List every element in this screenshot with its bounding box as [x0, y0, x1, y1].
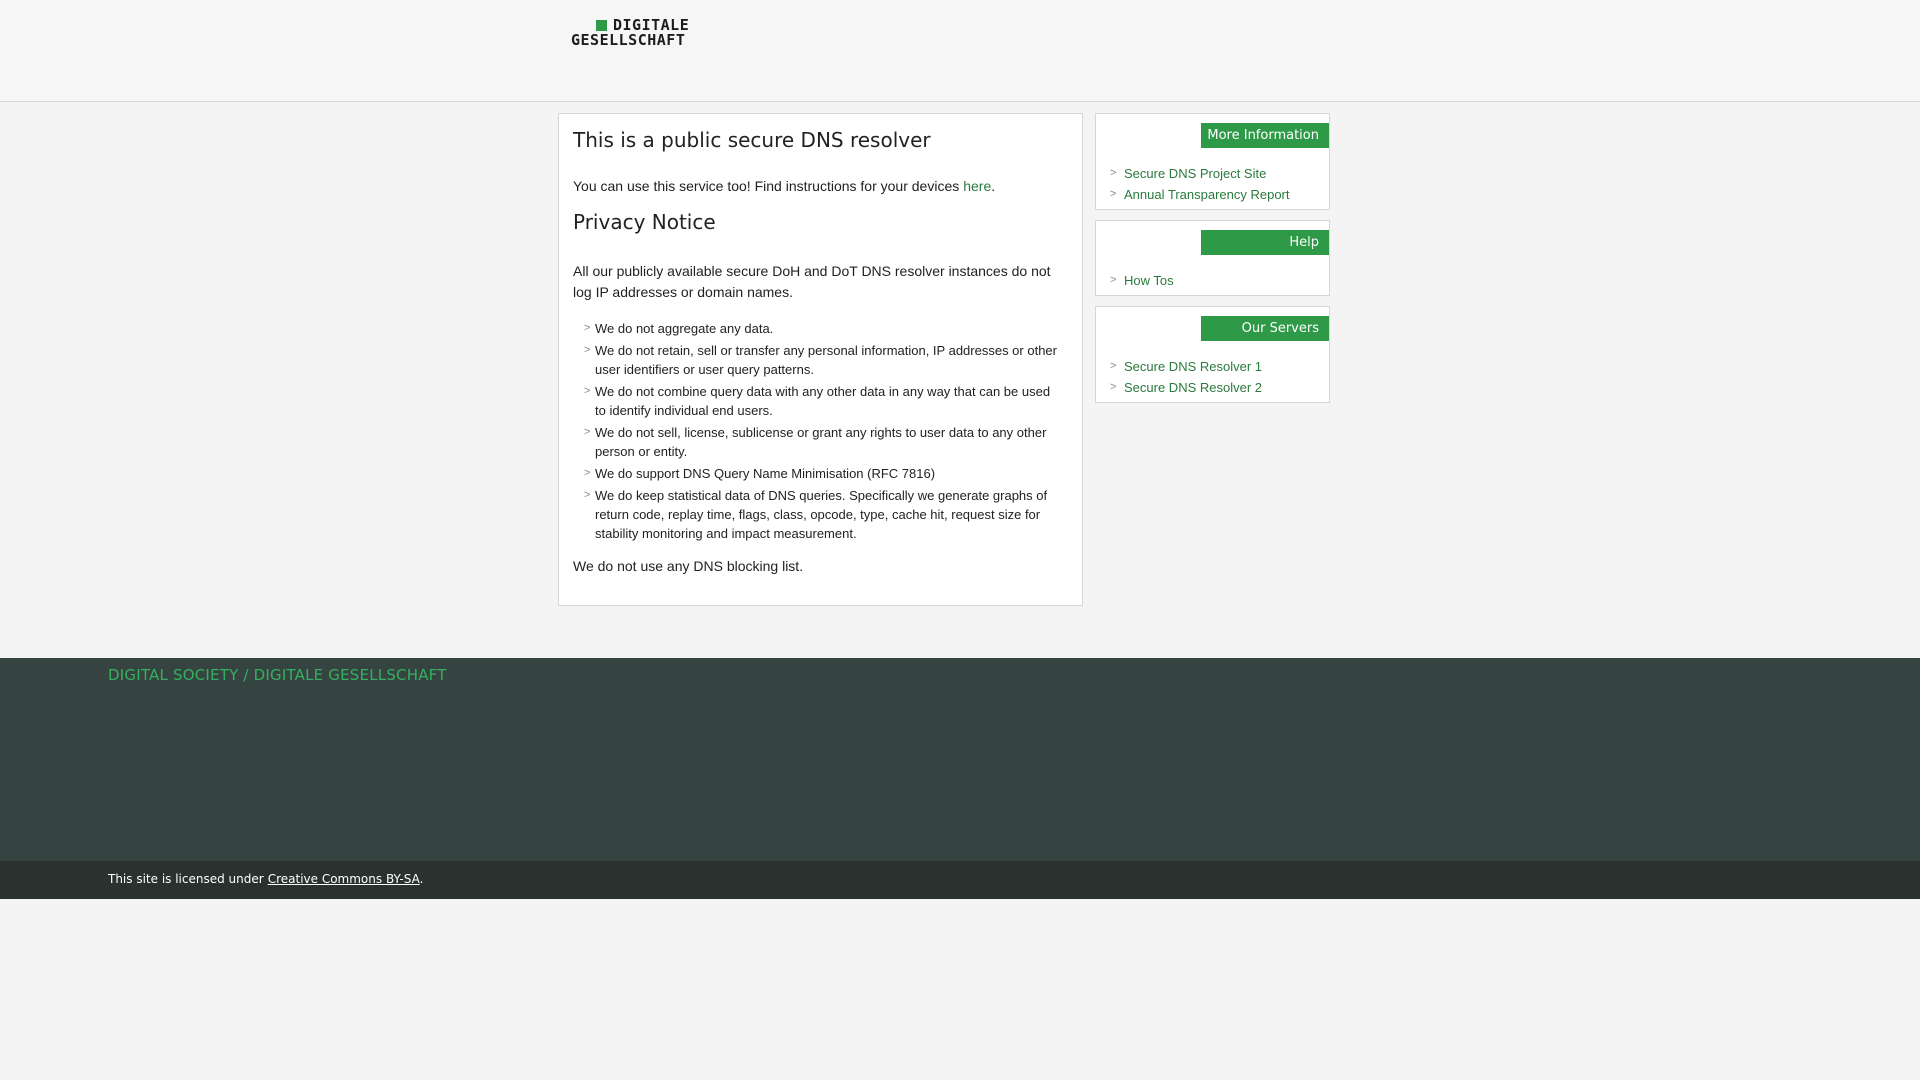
- privacy-list: > We do not aggregate any data. > We do no…: [573, 319, 1063, 546]
- license-bar: This site is licensed under Creative Comm…: [0, 861, 1920, 899]
- intro-suffix: .: [991, 178, 996, 194]
- list-item: > We do keep statistical data of DNS quer…: [573, 486, 1063, 543]
- annual-transparency-report-link[interactable]: Annual Transparency Report: [1124, 187, 1289, 202]
- page-bottom-background: [0, 899, 1920, 1080]
- site-header: DIGITALE GESELLSCHAFT: [0, 0, 1920, 102]
- list-item-text: We do support DNS Query Name Minimisatio…: [595, 466, 936, 481]
- secure-dns-resolver-1-link[interactable]: Secure DNS Resolver 1: [1124, 359, 1262, 374]
- sidebar-header-help: Help: [1201, 230, 1329, 255]
- site-footer: DIGITAL SOCIETY / DIGITALE GESELLSCHAFT: [0, 658, 1920, 861]
- chevron-right-icon: >: [584, 344, 591, 356]
- license-suffix: .: [419, 872, 424, 886]
- chevron-right-icon: >: [1110, 360, 1117, 372]
- sidebar-item-secure-dns-project-site: > Secure DNS Project Site: [1110, 163, 1289, 184]
- chevron-right-icon: >: [584, 385, 591, 397]
- how-tos-link[interactable]: How Tos: [1124, 273, 1174, 288]
- list-item-text: We do not retain, sell or transfer any p…: [595, 343, 1057, 377]
- chevron-right-icon: >: [584, 322, 591, 334]
- instructions-link[interactable]: here: [963, 178, 991, 194]
- list-item: > We do not sell, license, sublicense or …: [573, 423, 1063, 461]
- list-item: > We do not aggregate any data.: [573, 319, 1063, 338]
- list-item-text: We do not aggregate any data.: [595, 321, 774, 336]
- list-item: > We do not retain, sell or transfer any …: [573, 341, 1063, 379]
- intro-paragraph: You can use this service too! Find instr…: [573, 178, 995, 194]
- chevron-right-icon: >: [1110, 188, 1117, 200]
- sidebar-item-secure-dns-resolver-2: > Secure DNS Resolver 2: [1110, 377, 1262, 398]
- creative-commons-link[interactable]: Creative Commons BY-SA: [268, 872, 420, 886]
- sidebar-item-secure-dns-resolver-1: > Secure DNS Resolver 1: [1110, 356, 1262, 377]
- closing-paragraph: We do not use any DNS blocking list.: [573, 558, 804, 574]
- secure-dns-project-site-link[interactable]: Secure DNS Project Site: [1124, 166, 1266, 181]
- sidebar-header-our-servers: Our Servers: [1201, 316, 1329, 341]
- license-text: This site is licensed under: [108, 872, 264, 886]
- chevron-right-icon: >: [1110, 274, 1117, 286]
- list-item: > We do support DNS Query Name Minimisati…: [573, 464, 1063, 483]
- chevron-right-icon: >: [1110, 381, 1117, 393]
- privacy-intro: All our publicly available secure DoH an…: [573, 263, 1051, 300]
- sidebar-header-more-information: More Information: [1201, 123, 1329, 148]
- chevron-right-icon: >: [584, 489, 591, 501]
- sidebar-links-help: > How Tos: [1110, 270, 1174, 291]
- main-content: This is a public secure DNS resolver You…: [558, 113, 1083, 606]
- sidebar-our-servers: Our Servers > Secure DNS Resolver 1 > Secu…: [1095, 306, 1330, 403]
- list-item: > We do not combine query data with any o…: [573, 382, 1063, 420]
- logo-square-icon: [596, 20, 607, 31]
- sidebar-item-how-tos: > How Tos: [1110, 270, 1174, 291]
- list-item-text: We do not combine query data with any ot…: [595, 384, 1051, 418]
- footer-title: DIGITAL SOCIETY / DIGITALE GESELLSCHAFT: [108, 666, 447, 684]
- sidebar-more-information: More Information > Secure DNS Project Sit…: [1095, 113, 1330, 210]
- sidebar-item-annual-transparency-report: > Annual Transparency Report: [1110, 184, 1289, 205]
- chevron-right-icon: >: [584, 426, 591, 438]
- chevron-right-icon: >: [1110, 167, 1117, 179]
- intro-text: You can use this service too! Find instr…: [573, 178, 960, 194]
- sidebar-links-our-servers: > Secure DNS Resolver 1 > Secure DNS Resol…: [1110, 356, 1262, 398]
- page: DIGITALE GESELLSCHAFT This is a public s…: [0, 0, 1920, 1080]
- license-notice: This site is licensed under Creative Comm…: [108, 872, 423, 886]
- page-title: This is a public secure DNS resolver: [573, 128, 931, 152]
- privacy-title: Privacy Notice: [573, 210, 716, 234]
- sidebar-links-more-information: > Secure DNS Project Site > Annual Transpa…: [1110, 163, 1289, 205]
- chevron-right-icon: >: [584, 467, 591, 479]
- sidebar-help: Help > How Tos: [1095, 220, 1330, 296]
- logo-line-2: GESELLSCHAFT: [571, 31, 686, 49]
- site-logo[interactable]: DIGITALE GESELLSCHAFT: [571, 16, 701, 53]
- secure-dns-resolver-2-link[interactable]: Secure DNS Resolver 2: [1124, 380, 1262, 395]
- list-item-text: We do keep statistical data of DNS queri…: [595, 488, 1048, 541]
- list-item-text: We do not sell, license, sublicense or g…: [595, 425, 1047, 459]
